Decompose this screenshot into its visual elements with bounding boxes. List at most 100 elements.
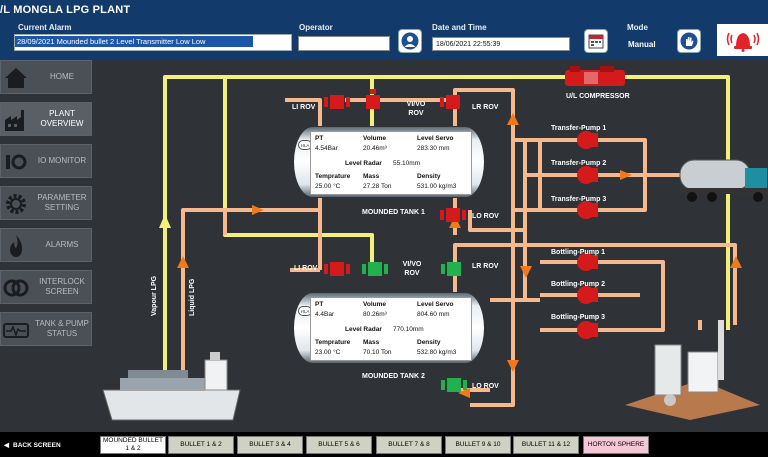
tank2-level-radar-label: Level Radar: [345, 326, 382, 333]
home-icon: [5, 68, 27, 88]
tank2-level-servo-label: Level Servo: [417, 301, 454, 308]
sidebar-item-interlock-screen[interactable]: INTERLOCK SCREEN: [0, 270, 92, 304]
tab-mounded-bullet-1-2[interactable]: MOUNDED BULLET 1 & 2: [100, 436, 166, 454]
tank1-pt-label: PT: [315, 135, 324, 142]
tank2-volume-label: Volume: [363, 301, 386, 308]
back-screen-button[interactable]: ◀ BACK SCREEN: [4, 441, 61, 449]
tab-bullet-7-8[interactable]: BULLET 7 & 8: [376, 436, 442, 454]
tank1-volume-value: 20.46m³: [363, 145, 387, 152]
lr-rov-1-label[interactable]: LR ROV: [472, 104, 498, 111]
tank1-level-radar-label: Level Radar: [345, 160, 382, 167]
tank1-volume-label: Volume: [363, 135, 386, 142]
current-alarm-value: 28/09/2021 Mounded bullet 2 Level Transm…: [15, 36, 253, 47]
current-alarm-label: Current Alarm: [18, 23, 72, 32]
li-rov-2-label[interactable]: LI ROV: [294, 265, 317, 272]
tab-horton-sphere[interactable]: HORTON SPHERE: [583, 436, 649, 454]
tank2-pt-label: PT: [315, 301, 324, 308]
tank1-data-panel: PT Volume Level Servo 4.54Bar 20.46m³ 28…: [310, 131, 472, 195]
current-alarm-field[interactable]: 28/09/2021 Mounded bullet 2 Level Transm…: [14, 34, 292, 51]
io-icon: [6, 154, 27, 170]
tank2-temp-label: Temprature: [315, 339, 351, 346]
tank1-level-servo-value: 283.30 mm: [417, 145, 450, 152]
user-icon: [401, 32, 419, 50]
mode-toggle-button[interactable]: [677, 29, 701, 53]
tank2-temp-value: 23.00 °C: [315, 349, 341, 356]
transfer-pump-1-label[interactable]: Transfer-Pump 1: [551, 125, 606, 132]
sidebar-item-label: PLANT OVERVIEW: [40, 109, 84, 128]
tank2-pt-value: 4.4Bar: [315, 311, 335, 318]
tank1-mass-label: Mass: [363, 173, 380, 180]
sidebar-item-alarms[interactable]: ALARMS: [0, 228, 92, 262]
mounded-tank-2[interactable]: HLA PT Volume Level Servo 4.4Bar 80.26m³…: [293, 292, 485, 364]
bottom-nav-bar: ◀ BACK SCREEN MOUNDED BULLET 1 & 2 BULLET…: [0, 432, 768, 457]
tanker-truck: [679, 159, 768, 202]
tab-bullet-1-2[interactable]: BULLET 1 & 2: [168, 436, 234, 454]
sidebar-item-io-monitor[interactable]: IO MONITOR: [0, 144, 92, 178]
sidebar-item-label: PARAMETER SETTING: [37, 193, 87, 212]
lr-rov-2-label[interactable]: LR ROV: [472, 263, 498, 270]
liquid-lpg-label: Liquid LPG: [189, 278, 196, 316]
tank2-mass-label: Mass: [363, 339, 380, 346]
tab-bullet-5-6[interactable]: BULLET 5 & 6: [306, 436, 372, 454]
mode-label: Mode: [627, 23, 648, 32]
tank2-mass-value: 70.10 Ton: [363, 349, 392, 356]
alarm-bell-button[interactable]: [717, 24, 768, 56]
ul-compressor: [565, 66, 625, 86]
calendar-button[interactable]: [584, 29, 608, 53]
calendar-icon: [588, 34, 604, 49]
tank1-mass-value: 27.28 Ton: [363, 183, 392, 190]
interlock-icon: [3, 279, 29, 297]
tank2-density-value: 532.80 kg/m3: [417, 349, 457, 356]
bottling-pump-1-label[interactable]: Bottling-Pump 1: [551, 249, 605, 256]
tank2-data-panel: PT Volume Level Servo 4.4Bar 80.26m³ 804…: [310, 297, 472, 361]
alarm-bell-icon: [726, 32, 759, 52]
vivo-rov-2-label[interactable]: VI/VO ROV: [398, 260, 426, 278]
sidebar: HOME PLANT OVERVIEW IO MONITOR PARAMETER…: [0, 60, 100, 432]
bottling-pump-3-label[interactable]: Bottling-Pump 3: [551, 314, 605, 321]
bottling-pump-2-label[interactable]: Bottling-Pump 2: [551, 281, 605, 288]
tank2-volume-value: 80.26m³: [363, 311, 387, 318]
ul-compressor-label[interactable]: U/L COMPRESSOR: [566, 93, 630, 100]
operator-field[interactable]: [298, 36, 390, 51]
sidebar-item-label: HOME: [50, 72, 74, 81]
tab-bullet-11-12[interactable]: BULLET 11 & 12: [513, 436, 579, 454]
sidebar-item-parameter-setting[interactable]: PARAMETER SETTING: [0, 186, 92, 220]
tab-bullet-3-4[interactable]: BULLET 3 & 4: [237, 436, 303, 454]
tank1-level-servo-label: Level Servo: [417, 135, 454, 142]
sidebar-item-label: TANK & PUMP STATUS: [35, 319, 89, 338]
plant-buildings: [625, 320, 760, 420]
transfer-pump-2-label[interactable]: Transfer-Pump 2: [551, 160, 606, 167]
sidebar-item-label: IO MONITOR: [37, 156, 87, 165]
sidebar-item-plant-overview[interactable]: PLANT OVERVIEW: [0, 102, 92, 136]
lo-rov-1-label[interactable]: LO ROV: [472, 213, 499, 220]
operator-label: Operator: [299, 23, 333, 32]
plant-diagram: HLA PT Volume Level Servo 4.54Bar 20.46m…: [100, 60, 768, 432]
app-title: /L MONGLA LPG PLANT: [0, 4, 131, 16]
vapour-lpg-label: Vapour LPG: [151, 275, 158, 316]
hand-icon: [680, 32, 698, 50]
flame-icon: [10, 235, 23, 257]
factory-icon: [5, 110, 24, 131]
tank1-level-radar-value: 55.10mm: [393, 160, 421, 167]
mounded-tank-1[interactable]: HLA PT Volume Level Servo 4.54Bar 20.46m…: [293, 126, 485, 198]
header-bar: /L MONGLA LPG PLANT Current Alarm 28/09/…: [0, 0, 768, 60]
tank1-pt-value: 4.54Bar: [315, 145, 338, 152]
lo-rov-2-label[interactable]: LO ROV: [472, 383, 499, 390]
tank2-level-radar-value: 770.10mm: [393, 326, 424, 333]
operator-login-button[interactable]: [398, 29, 422, 53]
sidebar-item-tank-pump-status[interactable]: TANK & PUMP STATUS: [0, 312, 92, 346]
back-screen-label: BACK SCREEN: [13, 442, 61, 449]
tank1-density-label: Density: [417, 173, 441, 180]
datetime-field: 18/06/2021 22:55:39: [432, 37, 570, 51]
vivo-rov-1-label[interactable]: VI/VO ROV: [402, 100, 430, 118]
datetime-label: Date and Time: [432, 23, 487, 32]
transfer-pump-3-label[interactable]: Transfer-Pump 3: [551, 196, 606, 203]
tank2-name: MOUNDED TANK 2: [362, 373, 425, 380]
tank1-name: MOUNDED TANK 1: [362, 209, 425, 216]
tab-bullet-9-10[interactable]: BULLET 9 & 10: [445, 436, 511, 454]
pulse-icon: [3, 323, 29, 338]
tank1-temp-value: 25.00 °C: [315, 183, 341, 190]
sidebar-item-home[interactable]: HOME: [0, 60, 92, 94]
li-rov-1-label[interactable]: LI ROV: [292, 104, 315, 111]
sidebar-item-label: ALARMS: [45, 240, 79, 249]
